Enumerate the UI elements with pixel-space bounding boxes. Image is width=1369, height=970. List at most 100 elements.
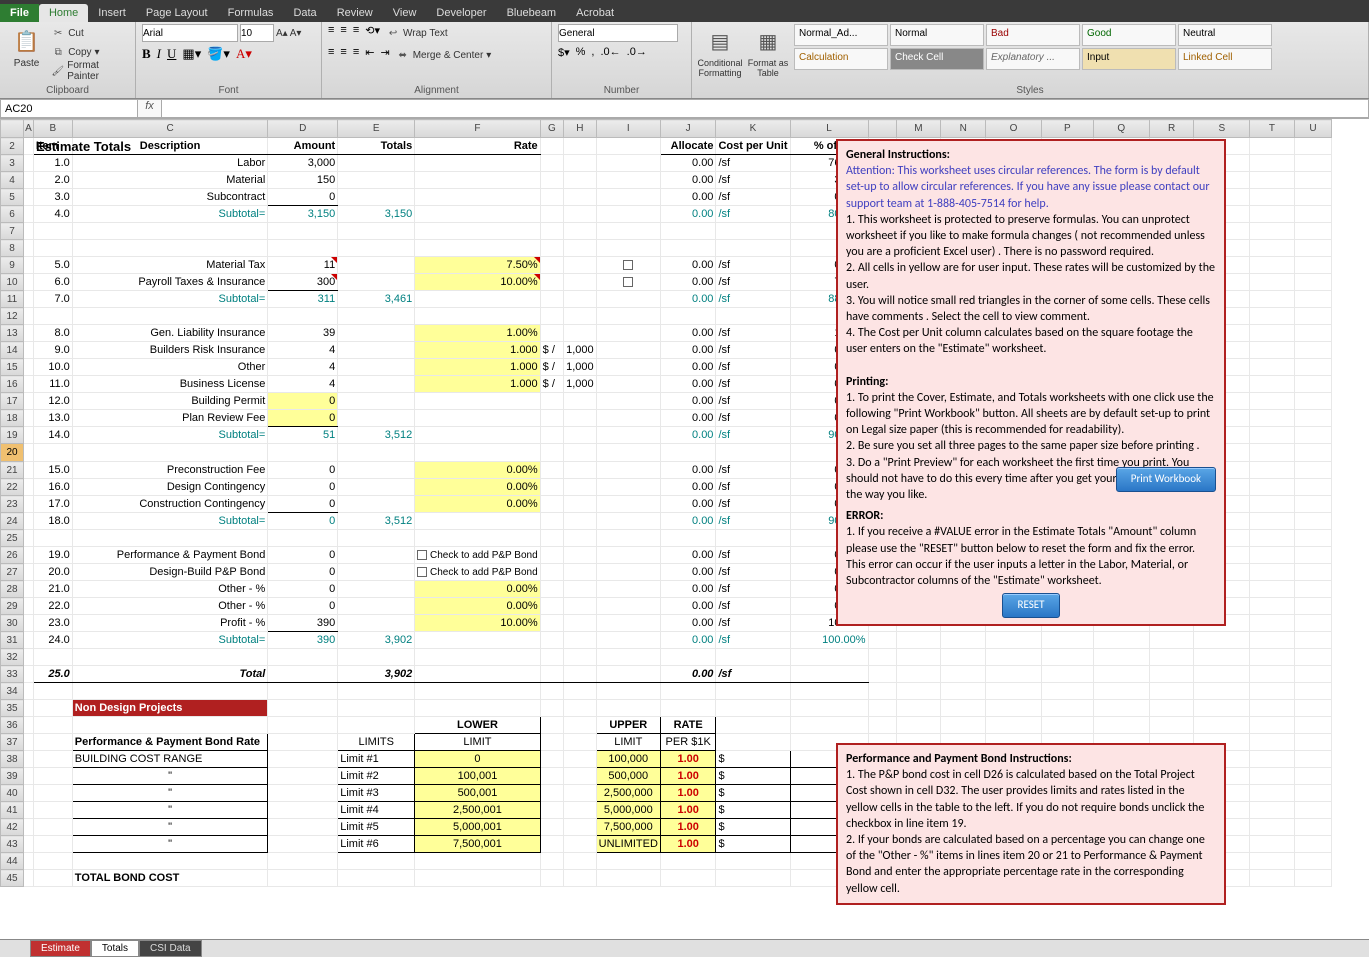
cell[interactable] bbox=[1294, 870, 1331, 887]
cell[interactable] bbox=[1250, 291, 1295, 308]
row-header[interactable]: 43 bbox=[1, 836, 24, 853]
col-header[interactable]: D bbox=[268, 120, 338, 138]
cell[interactable] bbox=[1250, 615, 1295, 632]
shrink-font[interactable]: A▾ bbox=[290, 24, 302, 42]
cell[interactable] bbox=[596, 444, 660, 462]
cell[interactable] bbox=[415, 240, 540, 257]
cell[interactable] bbox=[24, 376, 34, 393]
cell[interactable] bbox=[868, 717, 896, 734]
amount-cell[interactable]: 4 bbox=[268, 359, 338, 376]
col-header[interactable]: E bbox=[338, 120, 415, 138]
cell[interactable] bbox=[338, 615, 415, 632]
cell[interactable]: /sf bbox=[716, 376, 790, 393]
cell[interactable]: Totals bbox=[338, 138, 415, 155]
cell[interactable] bbox=[24, 547, 34, 564]
cell[interactable]: Labor bbox=[72, 155, 268, 172]
amount-cell[interactable]: 0 bbox=[268, 393, 338, 410]
cell[interactable] bbox=[1250, 717, 1295, 734]
cell[interactable] bbox=[1194, 683, 1250, 700]
amount-cell[interactable]: 3,150 bbox=[268, 206, 338, 223]
cell[interactable] bbox=[1294, 598, 1331, 615]
cell[interactable]: UNLIMITED bbox=[596, 836, 660, 853]
cell[interactable] bbox=[540, 530, 563, 547]
cell[interactable] bbox=[1250, 683, 1295, 700]
row-header[interactable]: 29 bbox=[1, 598, 24, 615]
cell[interactable]: 5,000,001 bbox=[415, 819, 540, 836]
cell[interactable] bbox=[338, 853, 415, 870]
cell[interactable] bbox=[33, 717, 72, 734]
cell[interactable] bbox=[1250, 785, 1295, 802]
cell[interactable] bbox=[1294, 615, 1331, 632]
cell[interactable]: /sf bbox=[716, 189, 790, 206]
cell[interactable] bbox=[268, 666, 338, 683]
cell[interactable] bbox=[24, 393, 34, 410]
cell[interactable]: Allocate bbox=[660, 138, 716, 155]
cell[interactable] bbox=[33, 223, 72, 240]
amount-cell[interactable]: 0 bbox=[268, 547, 338, 564]
cell[interactable] bbox=[564, 649, 597, 666]
cell[interactable] bbox=[540, 853, 563, 870]
cell[interactable] bbox=[24, 325, 34, 342]
cell[interactable] bbox=[1250, 359, 1295, 376]
cell[interactable] bbox=[1294, 155, 1331, 172]
cell[interactable] bbox=[564, 751, 597, 768]
cell[interactable]: 6.0 bbox=[33, 274, 72, 291]
cell[interactable]: 0.00 bbox=[660, 342, 716, 359]
cell[interactable]: 0.00 bbox=[660, 393, 716, 410]
cell[interactable] bbox=[540, 172, 563, 189]
cell[interactable] bbox=[564, 189, 597, 206]
cell[interactable]: 1.00 bbox=[660, 802, 716, 819]
cell[interactable] bbox=[540, 615, 563, 632]
cell[interactable]: Building Permit bbox=[72, 393, 268, 410]
cell[interactable] bbox=[338, 342, 415, 359]
cell[interactable] bbox=[1194, 700, 1250, 717]
cell[interactable]: 0.00 bbox=[660, 410, 716, 427]
pp-bond-checkbox[interactable] bbox=[417, 567, 427, 577]
row-header[interactable]: 44 bbox=[1, 853, 24, 870]
rate-cell[interactable]: 1.000 bbox=[415, 376, 540, 393]
cell[interactable] bbox=[1194, 666, 1250, 683]
cell[interactable] bbox=[896, 683, 941, 700]
cell[interactable] bbox=[1149, 649, 1194, 666]
cell[interactable] bbox=[72, 240, 268, 257]
font-color-button[interactable]: A▾ bbox=[236, 46, 252, 62]
cell[interactable] bbox=[941, 666, 986, 683]
cell[interactable] bbox=[564, 853, 597, 870]
cell[interactable] bbox=[1093, 700, 1149, 717]
cell[interactable] bbox=[986, 666, 1042, 683]
inc-dec[interactable]: .0← bbox=[600, 46, 620, 59]
cell[interactable] bbox=[596, 223, 660, 240]
cell[interactable]: 1.00 bbox=[660, 751, 716, 768]
cell[interactable] bbox=[564, 496, 597, 513]
cell[interactable] bbox=[596, 189, 660, 206]
cell[interactable]: 16.0 bbox=[33, 479, 72, 496]
cell[interactable]: 19.0 bbox=[33, 547, 72, 564]
cell[interactable] bbox=[564, 223, 597, 240]
cell[interactable] bbox=[33, 768, 72, 785]
amount-cell[interactable]: 0 bbox=[268, 598, 338, 615]
cell[interactable] bbox=[1250, 870, 1295, 887]
cell[interactable]: 5.0 bbox=[33, 257, 72, 274]
cell[interactable] bbox=[596, 479, 660, 496]
sheet-tab-estimate[interactable]: Estimate bbox=[30, 940, 91, 957]
cell[interactable] bbox=[1250, 427, 1295, 444]
row-header[interactable]: 31 bbox=[1, 632, 24, 649]
cell[interactable] bbox=[24, 189, 34, 206]
cell[interactable] bbox=[1294, 564, 1331, 581]
cell[interactable] bbox=[338, 172, 415, 189]
rate-cell[interactable]: 0.00% bbox=[415, 496, 540, 513]
amount-cell[interactable]: 4 bbox=[268, 342, 338, 359]
cell[interactable]: 0.00 bbox=[660, 615, 716, 632]
cell[interactable]: Profit - % bbox=[72, 615, 268, 632]
rate-cell[interactable] bbox=[415, 632, 540, 649]
wrap-text[interactable]: ↩Wrap Text bbox=[386, 24, 448, 42]
cell[interactable] bbox=[72, 853, 268, 870]
cell[interactable] bbox=[24, 649, 34, 666]
cell[interactable] bbox=[790, 666, 868, 683]
cell[interactable] bbox=[415, 683, 540, 700]
cell[interactable] bbox=[540, 581, 563, 598]
cell[interactable] bbox=[564, 257, 597, 274]
cell[interactable] bbox=[1250, 530, 1295, 547]
cell[interactable] bbox=[564, 291, 597, 308]
cell[interactable] bbox=[716, 853, 790, 870]
